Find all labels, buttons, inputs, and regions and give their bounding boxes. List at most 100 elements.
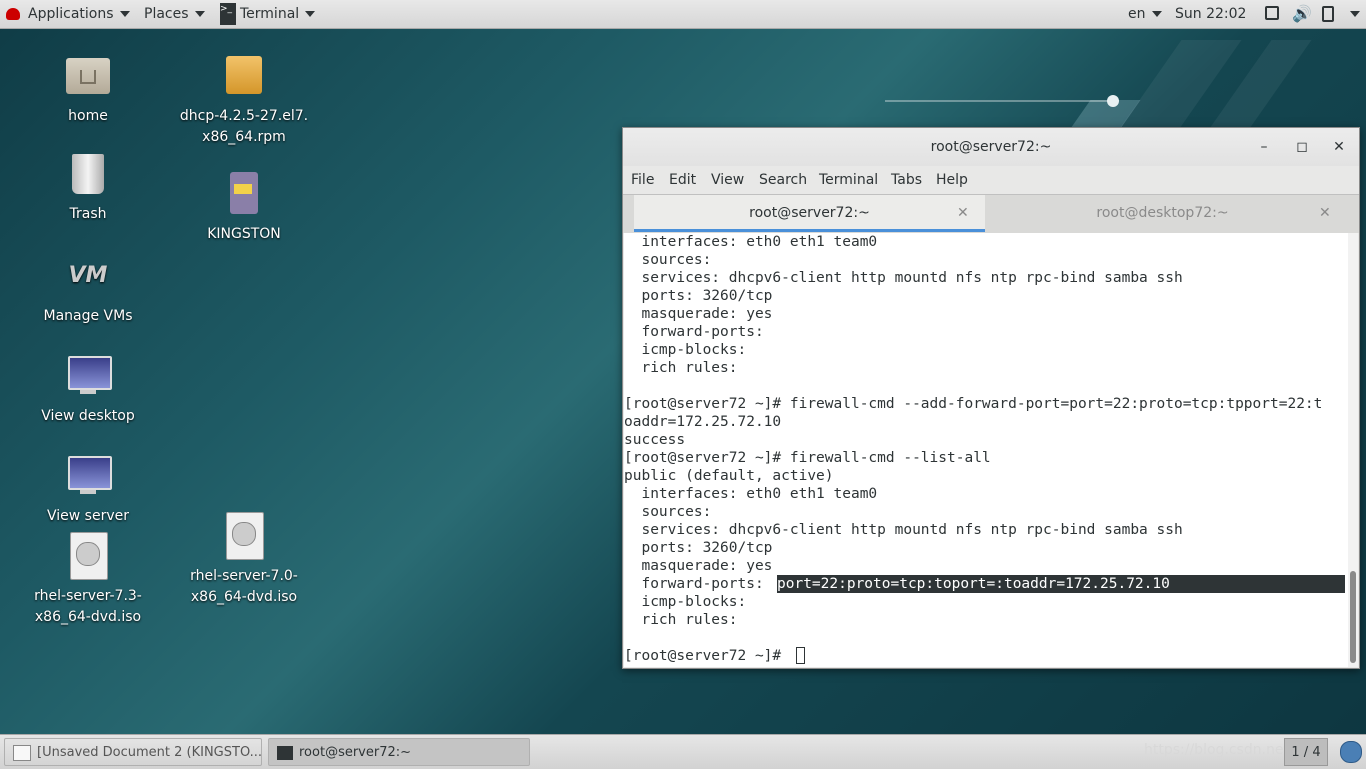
screen-icon[interactable] [1265,6,1279,20]
terminal-window: root@server72:~ – ◻ ✕ File Edit View Sea… [622,127,1360,669]
tab-bar: root@server72:~ ✕ root@desktop72:~ ✕ [623,194,1359,233]
desktop-icon-view-server[interactable]: View server [23,452,153,527]
usb-drive-icon [220,170,268,218]
chevron-down-icon [1151,11,1162,17]
watermark-text: https://blog.csdn.net/... [1144,742,1308,758]
notification-icon[interactable] [1340,741,1362,763]
menu-search[interactable]: Search [759,166,807,194]
language-label: en [1128,6,1146,22]
minimize-button[interactable]: – [1253,136,1275,158]
desktop-icon-label: KINGSTON [207,226,281,242]
menu-bar: File Edit View Search Terminal Tabs Help [623,166,1359,194]
desktop-icon-view-desktop[interactable]: View desktop [23,352,153,427]
tab-desktop72[interactable]: root@desktop72:~ [987,195,1338,232]
top-panel: Applications Places >_ Terminal en Sun 22… [0,0,1366,29]
terminal-label: Terminal [240,6,300,22]
terminal-line: services: dhcpv6-client http mountd nfs … [624,522,1183,538]
disc-image-icon [220,512,268,560]
places-menu[interactable]: Places [144,0,205,28]
desktop-icon-label: home [68,108,108,124]
document-icon [13,744,31,761]
desktop-icon-home[interactable]: home [23,52,153,127]
desktop-icon-kingston[interactable]: KINGSTON [179,170,309,245]
maximize-button[interactable]: ◻ [1291,136,1313,158]
terminal-line: icmp-blocks: [624,342,755,358]
desktop-icon-label: View desktop [41,408,135,424]
trash-icon [64,150,112,198]
terminal-line: sources: [624,504,721,520]
tab-label: root@desktop72:~ [1096,205,1229,221]
menu-help[interactable]: Help [936,166,968,194]
menu-terminal[interactable]: Terminal [819,166,878,194]
applications-label: Applications [28,6,114,22]
tab-server72[interactable]: root@server72:~ [634,195,985,232]
terminal-line: rich rules: [624,360,747,376]
applications-menu[interactable]: Applications [6,0,130,28]
monitor-icon [64,352,112,400]
terminal-icon: >_ [220,3,236,25]
desktop-icon-label: rhel-server-7.3- x86_64-dvd.iso [34,588,142,625]
menu-edit[interactable]: Edit [669,166,696,194]
terminal-line: ports: 3260/tcp [624,288,773,304]
tab-label: root@server72:~ [749,205,870,221]
workspace-switcher[interactable]: 1 / 4 [1284,738,1328,766]
desktop-icon-label: Trash [69,206,107,222]
terminal-line: success [624,432,686,448]
home-folder-icon [64,52,112,100]
places-label: Places [144,6,189,22]
close-button[interactable]: ✕ [1328,136,1350,158]
desktop-icon-label: rhel-server-7.0- x86_64-dvd.iso [190,568,298,605]
desktop-icon-trash[interactable]: Trash [23,150,153,225]
chevron-down-icon [1350,11,1360,17]
taskbar-item-document[interactable]: [Unsaved Document 2 (KINGSTO... [4,738,262,766]
text-cursor [796,647,805,664]
bottom-panel: [Unsaved Document 2 (KINGSTO... root@ser… [0,734,1366,769]
taskbar-item-terminal[interactable]: root@server72:~ [268,738,530,766]
bg-line [885,100,1115,102]
terminal-line: [root@server72 ~]# firewall-cmd --list-a… [624,450,991,466]
close-tab-icon[interactable]: ✕ [1319,195,1331,232]
terminal-line: rich rules: [624,612,747,628]
system-menu[interactable] [1344,0,1360,28]
terminal-line: forward-ports: [624,324,773,340]
desktop-icon-manage-vms[interactable]: VM Manage VMs [23,252,153,327]
vm-icon: VM [68,263,108,288]
menu-view[interactable]: View [711,166,744,194]
desktop-icon-rhel-7-3-iso[interactable]: rhel-server-7.3- x86_64-dvd.iso [23,532,153,628]
clock[interactable]: Sun 22:02 [1175,0,1246,28]
taskbar-item-label: root@server72:~ [299,745,412,760]
desktop-icon-label: View server [47,508,129,524]
terminal-line: masquerade: yes [624,306,773,322]
desktop-icon-rhel-7-0-iso[interactable]: rhel-server-7.0- x86_64-dvd.iso [179,512,309,608]
desktop-icon-dhcp-rpm[interactable]: dhcp-4.2.5-27.el7. x86_64.rpm [179,52,309,148]
bg-dot [1107,95,1119,107]
language-indicator[interactable]: en [1128,0,1162,28]
redhat-logo-icon [6,8,20,20]
menu-tabs[interactable]: Tabs [891,166,922,194]
scrollbar-thumb[interactable] [1350,571,1356,663]
terminal-line: services: dhcpv6-client http mountd nfs … [624,270,1183,286]
disc-image-icon [64,532,112,580]
desktop-icon-label: Manage VMs [43,308,133,324]
window-title: root@server72:~ [930,139,1052,155]
scrollbar[interactable] [1348,233,1358,667]
package-icon [220,52,268,100]
window-titlebar[interactable]: root@server72:~ – ◻ ✕ [623,128,1359,166]
terminal-line: [root@server72 ~]# [624,648,790,664]
volume-icon[interactable]: 🔊 [1292,0,1312,28]
battery-icon[interactable] [1322,6,1334,22]
terminal-line: interfaces: eth0 eth1 team0 [624,234,878,250]
terminal-line: [root@server72 ~]# firewall-cmd --add-fo… [624,396,1323,412]
terminal-output[interactable]: interfaces: eth0 eth1 team0 sources: ser… [624,233,1348,667]
chevron-down-icon [305,11,316,17]
terminal-app-menu[interactable]: >_ Terminal [220,0,316,28]
terminal-line: oaddr=172.25.72.10 [624,414,782,430]
selected-text: port=22:proto=tcp:toport=:toaddr=172.25.… [777,576,1170,592]
terminal-line: public (default, active) [624,468,834,484]
close-tab-icon[interactable]: ✕ [957,195,969,232]
menu-file[interactable]: File [631,166,654,194]
terminal-line: sources: [624,252,721,268]
terminal-line: ports: 3260/tcp [624,540,773,556]
